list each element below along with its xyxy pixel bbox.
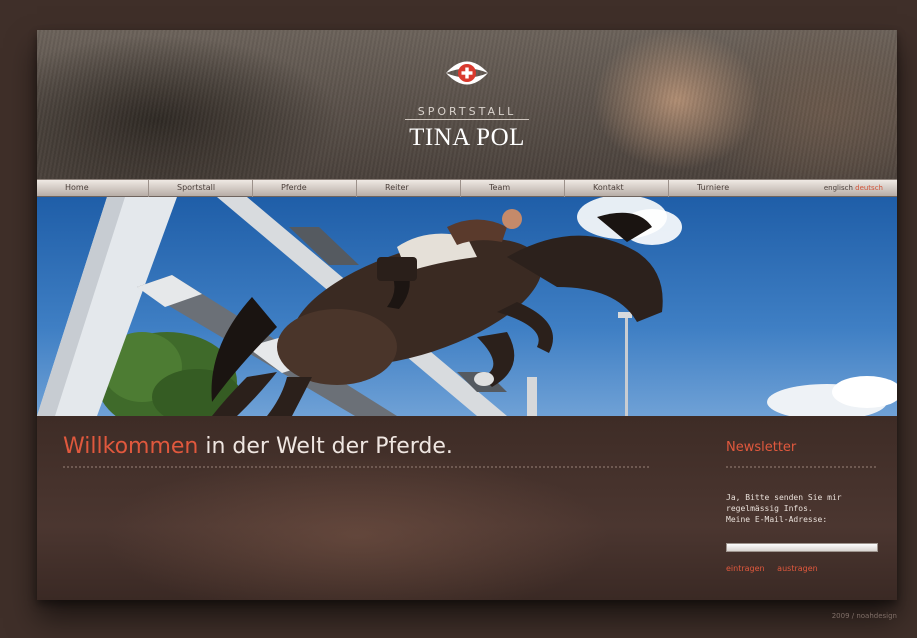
newsletter-email-input[interactable] <box>726 543 878 552</box>
footer-credit[interactable]: 2009 / noahdesign <box>832 612 897 620</box>
nav-home[interactable]: Home <box>37 180 149 197</box>
page-frame: SPORTSTALL TINA POL Home Sportstall Pfer… <box>37 30 897 600</box>
lang-german-link[interactable]: deutsch <box>855 184 883 192</box>
logo[interactable]: SPORTSTALL TINA POL <box>37 30 897 179</box>
newsletter-actions: eintragen austragen <box>726 564 828 573</box>
show-jumping-horse-photo <box>37 197 897 416</box>
logo-divider <box>405 119 529 120</box>
newsletter-subscribe-link[interactable]: eintragen <box>726 564 765 573</box>
welcome-heading: Willkommen in der Welt der Pferde. <box>63 434 453 459</box>
newsletter-unsubscribe-link[interactable]: austragen <box>777 564 818 573</box>
logo-title: TINA POL <box>409 124 525 151</box>
nav-pferde[interactable]: Pferde <box>253 180 357 197</box>
newsletter-divider <box>726 466 876 468</box>
welcome-divider <box>63 466 649 468</box>
newsletter-line-3: Meine E-Mail-Adresse: <box>726 515 828 524</box>
nav-sportstall[interactable]: Sportstall <box>149 180 253 197</box>
nav-turniere[interactable]: Turniere <box>669 180 773 197</box>
welcome-rest: in der Welt der Pferde. <box>198 434 453 459</box>
nav-reiter[interactable]: Reiter <box>357 180 461 197</box>
newsletter-line-1: Ja, Bitte senden Sie mir <box>726 493 842 502</box>
main-nav: Home Sportstall Pferde Reiter Team Konta… <box>37 179 897 197</box>
lang-english-link[interactable]: englisch <box>824 184 853 192</box>
nav-kontakt[interactable]: Kontakt <box>565 180 669 197</box>
nav-team[interactable]: Team <box>461 180 565 197</box>
newsletter-text: Ja, Bitte senden Sie mir regelmässig Inf… <box>726 492 886 525</box>
welcome-accent: Willkommen <box>63 434 199 459</box>
language-switch: englisch deutsch <box>824 180 883 197</box>
hero-image <box>37 197 897 416</box>
logo-subtitle: SPORTSTALL <box>417 105 517 118</box>
swiss-cross-eye-icon <box>446 61 488 85</box>
newsletter-title: Newsletter <box>726 440 797 455</box>
newsletter-line-2: regelmässig Infos. <box>726 504 813 513</box>
content-area: Willkommen in der Welt der Pferde. Newsl… <box>37 416 897 600</box>
